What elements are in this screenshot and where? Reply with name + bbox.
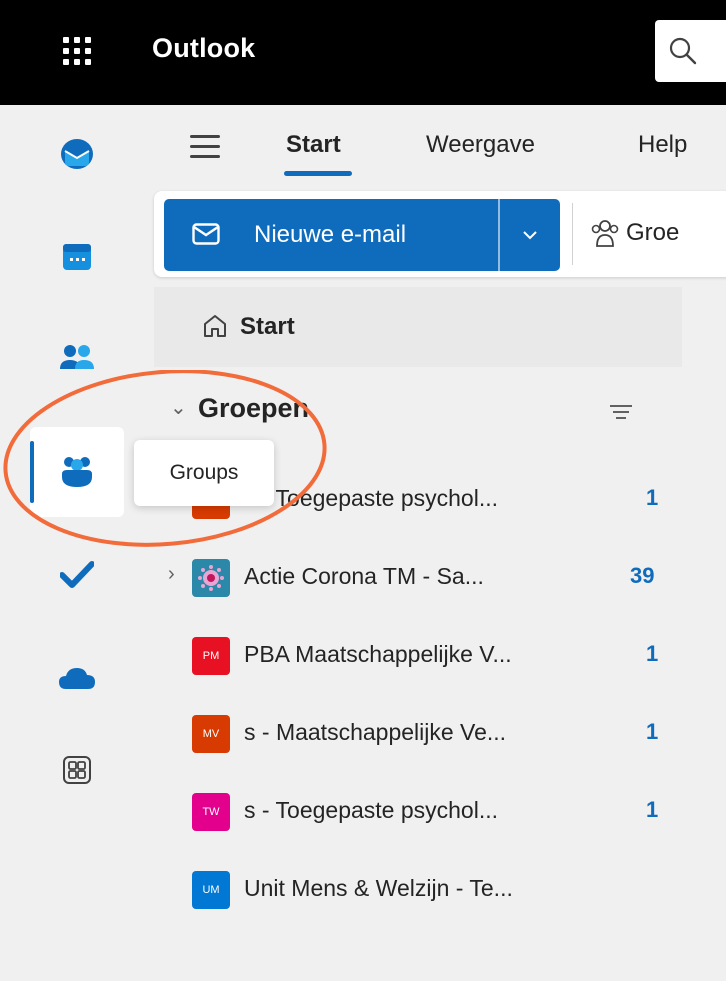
new-mail-dropdown-button[interactable] [500, 199, 560, 271]
groups-section-header[interactable]: ⌄ Groepen [154, 383, 682, 443]
chevron-down-icon: ⌄ [170, 397, 187, 419]
tab-view[interactable]: Weergave [426, 131, 535, 159]
ribbon-groups-label: Groe [626, 219, 680, 246]
group-item[interactable]: TW s - Toegepaste psychol... 1 [154, 773, 682, 851]
todo-icon [60, 561, 94, 588]
rail-item-mail[interactable] [30, 109, 124, 199]
group-name: s - Toegepaste psychol... [244, 485, 498, 511]
filter-icon[interactable] [610, 405, 632, 421]
active-tab-indicator [284, 171, 352, 176]
group-item[interactable]: › Actie Corona TM - Sa... 39 [154, 539, 682, 617]
new-mail-button[interactable]: Nieuwe e-mail [164, 199, 560, 271]
top-bar: Outlook [0, 0, 726, 105]
group-name: Actie Corona TM - Sa... [244, 563, 484, 589]
groups-tooltip: Groups [134, 440, 274, 506]
group-item[interactable]: UM Unit Mens & Welzijn - Te... [154, 851, 682, 929]
group-item[interactable]: PM PBA Maatschappelijke V... 1 [154, 617, 682, 695]
group-avatar: UM [192, 871, 230, 909]
rail-item-people[interactable] [30, 313, 124, 403]
nav-start-label: Start [240, 313, 295, 340]
group-avatar: PM [192, 637, 230, 675]
main-area: Start Weergave Help Nieuwe e-mail Groe S… [138, 105, 726, 981]
app-rail [0, 105, 138, 981]
unread-count: 1 [646, 797, 659, 822]
ribbon-groups-button[interactable]: Groe [590, 213, 679, 253]
unread-count: 1 [646, 641, 659, 666]
chevron-down-icon [523, 231, 537, 240]
home-icon [204, 315, 226, 337]
mail-icon [61, 139, 93, 169]
rail-item-more-apps[interactable] [30, 725, 124, 815]
group-item[interactable]: MV s - Maatschappelijke Ve... 1 [154, 695, 682, 773]
new-mail-label: Nieuwe e-mail [254, 221, 407, 248]
unread-count: 39 [630, 563, 655, 588]
chevron-right-icon[interactable]: › [168, 563, 175, 586]
app-title: Outlook [152, 33, 256, 63]
people-icon [60, 345, 94, 369]
group-name: Unit Mens & Welzijn - Te... [244, 875, 513, 901]
groups-icon [62, 457, 92, 487]
group-avatar-image [192, 559, 230, 597]
folder-pane: Start ⌄ Groepen s - Toegepaste psychol..… [154, 287, 682, 981]
groups-outline-icon [591, 220, 619, 247]
nav-start-item[interactable]: Start [154, 287, 682, 367]
ribbon: Nieuwe e-mail Groe [154, 191, 726, 277]
envelope-icon [192, 223, 220, 245]
rail-item-todo[interactable] [30, 529, 124, 619]
unread-count: 1 [646, 719, 659, 744]
tab-help[interactable]: Help [638, 131, 687, 159]
group-name: PBA Maatschappelijke V... [244, 641, 512, 667]
virus-image-icon [198, 565, 224, 591]
app-launcher-icon[interactable] [60, 34, 94, 68]
search-icon [669, 37, 697, 65]
rail-item-calendar[interactable] [30, 211, 124, 301]
calendar-icon [63, 244, 91, 270]
hamburger-menu-icon[interactable] [190, 135, 220, 158]
group-name: s - Maatschappelijke Ve... [244, 719, 507, 745]
more-apps-icon [63, 756, 91, 784]
ribbon-divider [572, 203, 573, 265]
group-name: s - Toegepaste psychol... [244, 797, 498, 823]
rail-item-onedrive[interactable] [30, 633, 124, 723]
onedrive-icon [59, 668, 95, 689]
group-avatar: MV [192, 715, 230, 753]
unread-count: 1 [646, 485, 659, 510]
group-avatar: TW [192, 793, 230, 831]
tab-start[interactable]: Start [286, 131, 341, 159]
groups-section-label: Groepen [198, 393, 310, 423]
rail-item-groups[interactable] [30, 427, 124, 517]
search-box[interactable] [655, 20, 726, 82]
